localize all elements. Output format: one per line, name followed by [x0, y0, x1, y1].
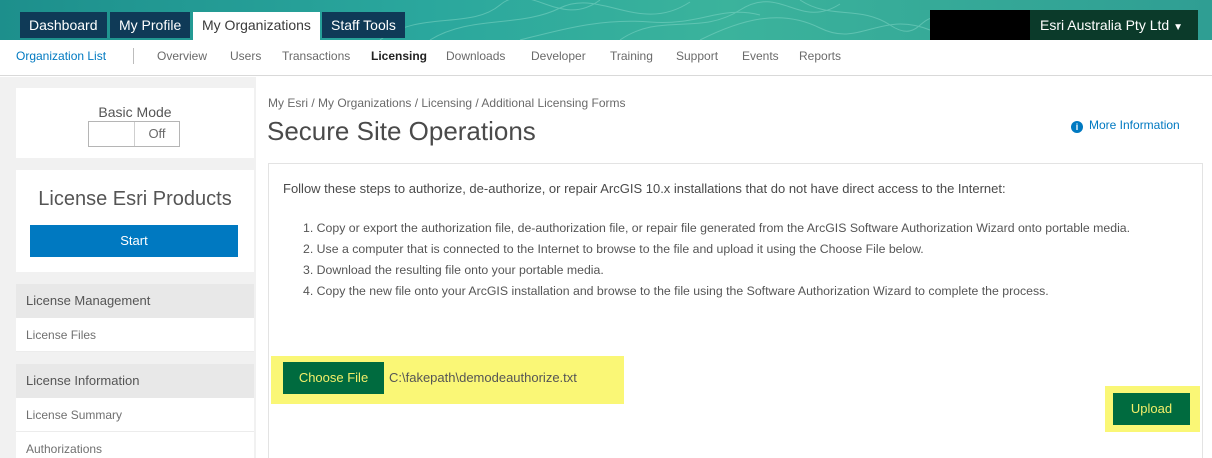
tab-my-profile[interactable]: My Profile: [110, 12, 191, 38]
organization-name: Esri Australia Pty Ltd: [1040, 17, 1170, 33]
sidebar-item-license-summary[interactable]: License Summary: [16, 398, 254, 432]
selected-file-path: C:\fakepath\demodeauthorize.txt: [389, 370, 577, 385]
sidebar-header-license-management: License Management: [16, 284, 254, 318]
subnav-divider: [133, 48, 134, 64]
step-item: 1. Copy or export the authorization file…: [303, 221, 1131, 235]
sidebar-item-authorizations[interactable]: Authorizations: [16, 432, 254, 458]
page-title: Secure Site Operations: [267, 116, 536, 146]
top-bar: Dashboard My Profile My Organizations St…: [0, 0, 1212, 40]
start-button[interactable]: Start: [30, 225, 238, 257]
licensing-subnav: Organization List Overview Users Transac…: [0, 40, 1212, 76]
info-icon: i: [1071, 121, 1083, 133]
organization-menu[interactable]: Esri Australia Pty Ltd ▼: [1030, 10, 1198, 40]
tab-staff-tools[interactable]: Staff Tools: [322, 12, 405, 38]
basic-mode-title: Basic Mode: [98, 104, 172, 120]
more-information-label: More Information: [1089, 118, 1180, 132]
subnav-organization-list[interactable]: Organization List: [16, 49, 106, 63]
tab-dashboard[interactable]: Dashboard: [20, 12, 107, 38]
basic-mode-toggle[interactable]: Off: [88, 121, 180, 147]
sidebar-header-license-information: License Information: [16, 364, 254, 398]
toggle-state-label: Off: [148, 126, 166, 141]
upload-button[interactable]: Upload: [1113, 393, 1190, 425]
subnav-reports[interactable]: Reports: [799, 49, 841, 63]
subnav-support[interactable]: Support: [676, 49, 718, 63]
step-item: 4. Copy the new file onto your ArcGIS in…: [303, 284, 1049, 298]
breadcrumb: My Esri / My Organizations / Licensing /…: [268, 96, 626, 110]
subnav-events[interactable]: Events: [742, 49, 779, 63]
secure-site-panel: Follow these steps to authorize, de-auth…: [268, 163, 1203, 458]
subnav-overview[interactable]: Overview: [157, 49, 207, 63]
subnav-users[interactable]: Users: [230, 49, 261, 63]
chevron-down-icon: ▼: [1173, 22, 1184, 33]
license-products-card: License Esri Products Start: [16, 170, 254, 272]
step-item: 3. Download the resulting file onto your…: [303, 263, 604, 277]
subnav-training[interactable]: Training: [610, 49, 653, 63]
subnav-licensing[interactable]: Licensing: [371, 49, 427, 63]
basic-mode-card: Basic Mode Off: [16, 88, 254, 158]
subnav-developer[interactable]: Developer: [531, 49, 586, 63]
more-information-link[interactable]: i More Information: [1071, 118, 1180, 133]
step-item: 2. Use a computer that is connected to t…: [303, 242, 924, 256]
intro-text: Follow these steps to authorize, de-auth…: [283, 181, 1006, 196]
subnav-transactions[interactable]: Transactions: [282, 49, 350, 63]
sidebar-item-license-files[interactable]: License Files: [16, 318, 254, 352]
choose-file-button[interactable]: Choose File: [283, 362, 384, 394]
redacted-username: [930, 10, 1030, 40]
tab-my-organizations[interactable]: My Organizations: [193, 12, 320, 40]
steps-list: 1. Copy or export the authorization file…: [303, 219, 1183, 303]
toggle-knob: [89, 122, 135, 146]
license-products-title: License Esri Products: [38, 188, 232, 210]
subnav-downloads[interactable]: Downloads: [446, 49, 505, 63]
